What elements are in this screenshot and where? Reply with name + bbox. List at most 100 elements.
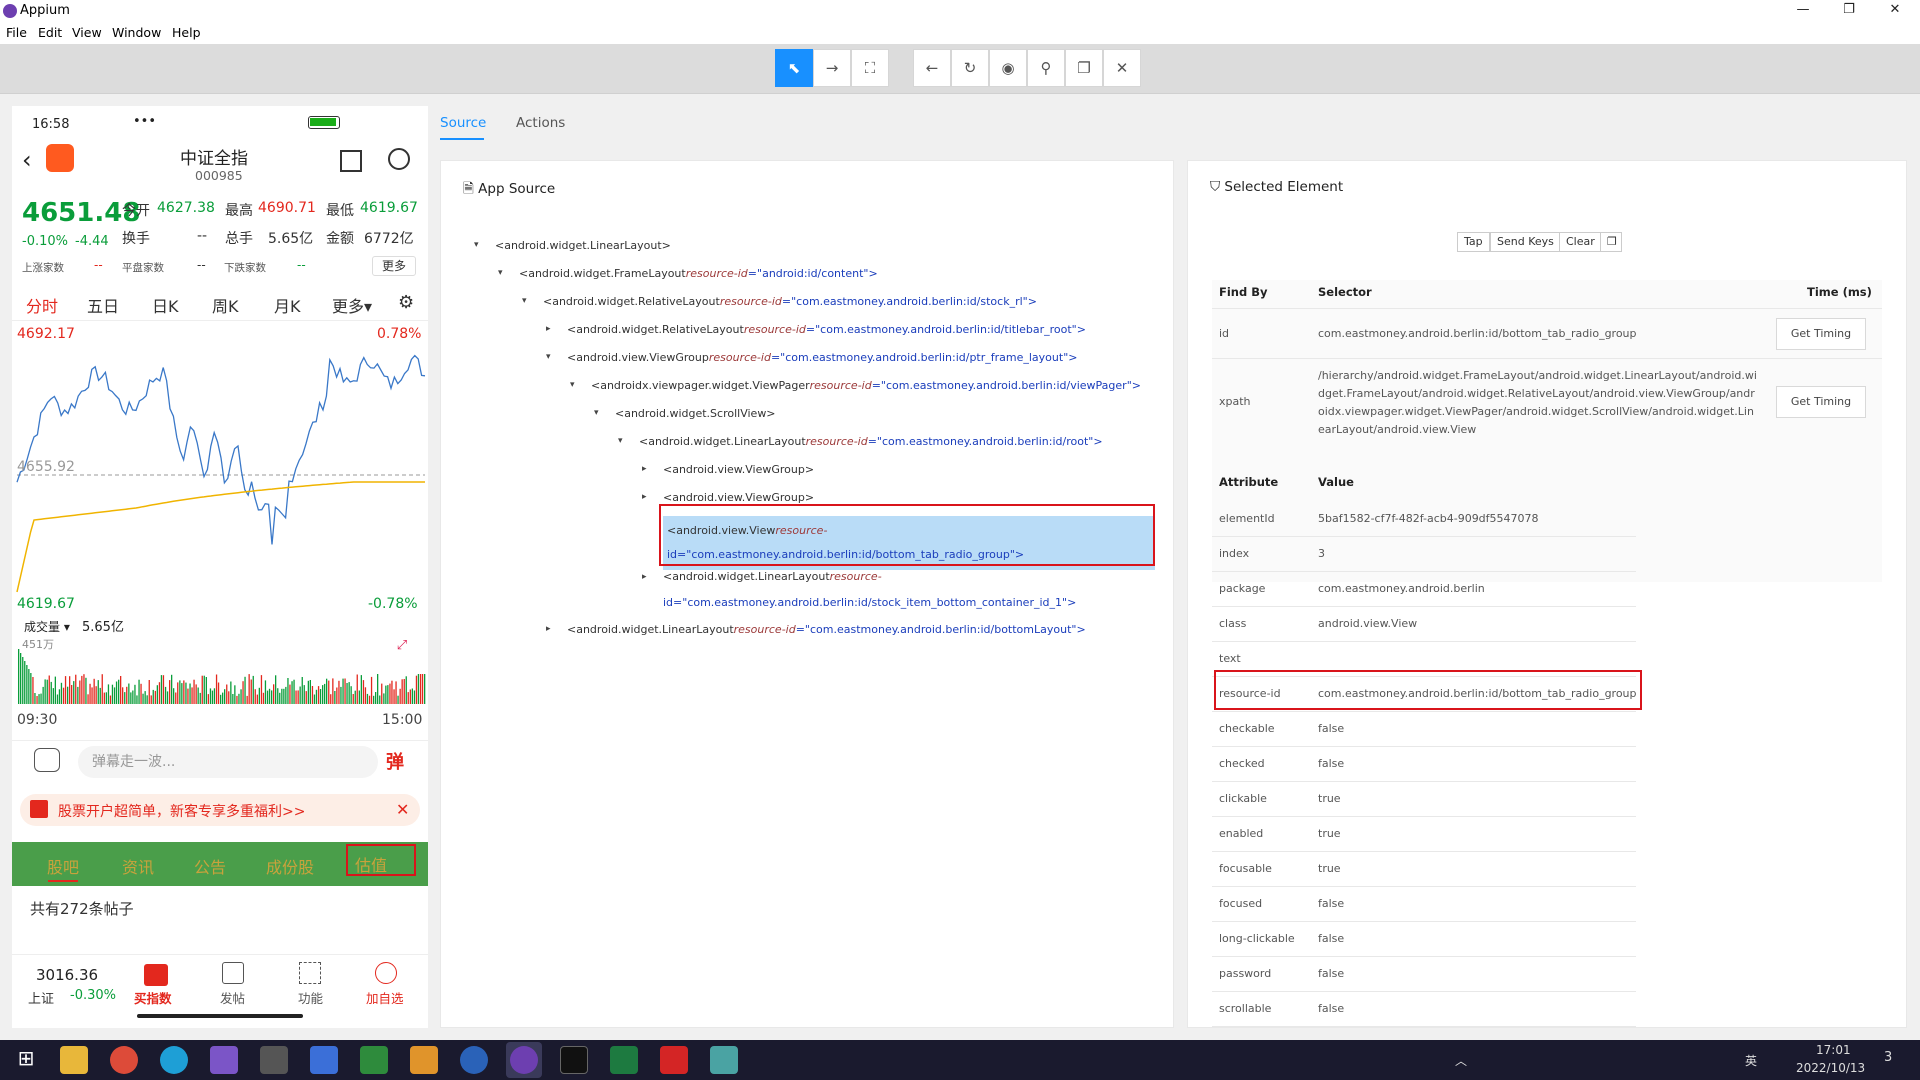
ime-indicator[interactable]: 英 [1745,1052,1757,1069]
tab-notice[interactable]: 公告 [194,854,226,878]
tab-actions[interactable]: Actions [516,115,565,131]
collapse-caret-icon[interactable]: ▾ [546,352,551,362]
search-icon[interactable] [388,148,410,170]
selector-id[interactable]: com.eastmoney.android.berlin:id/bottom_t… [1318,327,1637,340]
tab-valuation[interactable]: 估值 [355,852,387,876]
nav-post[interactable]: 发帖 [220,988,245,1007]
expand-icon[interactable]: ⤢ [392,638,412,658]
volume-selector[interactable]: 成交量 ▾ [24,618,70,635]
quit-session-button[interactable]: ✕ [1103,49,1141,87]
back-button[interactable]: ← [913,49,951,87]
notepad-icon[interactable] [360,1046,388,1074]
send-keys-button[interactable]: Send Keys [1490,232,1561,252]
nav-functions[interactable]: 功能 [298,988,323,1007]
period-tab-week[interactable]: 周K [212,293,239,317]
get-timing-button-id[interactable]: Get Timing [1776,318,1866,350]
tab-news[interactable]: 资讯 [122,854,154,878]
tap-area-button[interactable]: ⛶ [851,49,889,87]
expand-caret-icon[interactable]: ▸ [642,572,647,582]
menu-window[interactable]: Window [112,25,161,40]
clear-button[interactable]: Clear [1559,232,1602,252]
collapse-caret-icon[interactable]: ▾ [618,436,623,446]
copy-xml-button[interactable]: ❐ [1065,49,1103,87]
source-node[interactable]: <android.widget.RelativeLayoutresource-i… [543,294,1037,310]
expand-caret-icon[interactable]: ▸ [546,324,551,334]
collapse-caret-icon[interactable]: ▾ [474,240,479,250]
danmu-toggle-icon[interactable] [34,748,60,772]
expand-caret-icon[interactable]: ▸ [546,624,551,634]
clock-time[interactable]: 17:01 [1816,1043,1851,1057]
tab-source[interactable]: Source [440,115,486,131]
tab-constituents[interactable]: 成份股 [266,854,314,878]
period-tab-5day[interactable]: 五日 [87,293,119,317]
expand-caret-icon[interactable]: ▸ [642,464,647,474]
copy-attributes-icon[interactable]: ❐ [1600,232,1622,252]
selector-xpath[interactable]: /hierarchy/android.widget.FrameLayout/an… [1318,367,1760,439]
settings-gear-icon[interactable]: ⚙ [398,292,414,313]
period-tab-more[interactable]: 更多▾ [332,293,372,317]
promo-close-button[interactable]: ✕ [396,800,409,819]
promo-banner[interactable]: 股票开户超简单，新客专享多重福利>> ✕ [20,794,420,826]
start-icon[interactable]: ⊞ [12,1046,40,1074]
danmu-send-button[interactable]: 弹 [386,748,404,774]
notification-count[interactable]: 3 [1884,1050,1892,1065]
source-node[interactable]: <android.view.ViewGroup> [663,490,814,506]
source-node[interactable]: <android.widget.LinearLayoutresource-id=… [663,564,1083,616]
tray-chevron-icon[interactable]: ︿ [1455,1052,1467,1069]
nav-buy-index[interactable]: 买指数 [134,988,172,1007]
source-node[interactable]: <android.widget.LinearLayoutresource-id=… [639,434,1103,450]
file-explorer-icon[interactable] [60,1046,88,1074]
youdao-icon[interactable] [660,1046,688,1074]
get-timing-button-xpath[interactable]: Get Timing [1776,386,1866,418]
chrome-icon[interactable] [110,1046,138,1074]
tools-icon[interactable] [260,1046,288,1074]
swipe-button[interactable]: → [813,49,851,87]
terminal-icon[interactable] [560,1046,588,1074]
tab-guba[interactable]: 股吧 [47,854,79,878]
share-icon[interactable] [340,150,362,172]
collapse-caret-icon[interactable]: ▾ [498,268,503,278]
search-element-button[interactable]: ⚲ [1027,49,1065,87]
menu-edit[interactable]: Edit [38,25,62,40]
menu-view[interactable]: View [72,25,102,40]
menu-help[interactable]: Help [172,25,201,40]
expand-caret-icon[interactable]: ▸ [642,492,647,502]
appium-taskbar-icon[interactable] [510,1046,538,1074]
tap-button[interactable]: Tap [1457,232,1490,252]
refresh-button[interactable]: ↻ [951,49,989,87]
source-node[interactable]: <android.widget.LinearLayoutresource-id=… [567,622,1086,638]
source-node[interactable]: <android.view.ViewGroup> [663,462,814,478]
source-node[interactable]: <androidx.viewpager.widget.ViewPagerreso… [591,378,1141,394]
close-window-button[interactable]: ✕ [1872,0,1918,22]
writer-icon[interactable] [460,1046,488,1074]
index-value[interactable]: 3016.36 [36,966,98,984]
period-tab-day[interactable]: 日K [152,293,179,317]
clock-date[interactable]: 2022/10/13 [1796,1061,1865,1075]
back-arrow-icon[interactable]: ‹ [22,146,32,174]
menu-file[interactable]: File [6,25,27,40]
collapse-caret-icon[interactable]: ▾ [522,296,527,306]
period-tab-intraday[interactable]: 分时 [26,293,58,317]
period-tab-month[interactable]: 月K [274,293,301,317]
source-node[interactable]: <android.widget.RelativeLayoutresource-i… [567,322,1086,338]
source-node[interactable]: <android.widget.LinearLayout> [495,238,671,254]
excel-icon[interactable] [610,1046,638,1074]
minimize-button[interactable]: — [1780,0,1826,22]
collapse-caret-icon[interactable]: ▾ [594,408,599,418]
danmu-input[interactable]: 弹幕走一波... [78,746,378,778]
source-node[interactable]: <android.widget.FrameLayoutresource-id="… [519,266,878,282]
source-node[interactable]: <android.widget.ScrollView> [615,406,776,422]
source-node[interactable]: <android.view.ViewGroupresource-id="com.… [567,350,1077,366]
more-stats-button[interactable]: 更多 [372,256,416,276]
device-screenshot[interactable]: 16:58 ••• ‹ 中证全指 000985 4651.48 -0.10% -… [12,106,428,1028]
app-icon[interactable] [310,1046,338,1074]
git-icon[interactable] [410,1046,438,1074]
selected-source-node[interactable]: <android.view.Viewresource-id="com.eastm… [663,516,1155,570]
maximize-button[interactable]: ❐ [1826,0,1872,22]
toggle-visibility-button[interactable]: ◉ [989,49,1027,87]
edge-icon[interactable] [160,1046,188,1074]
select-elements-button[interactable]: ⬉ [775,49,813,87]
nav-add-watchlist[interactable]: 加自选 [366,988,404,1007]
android-studio-icon[interactable] [710,1046,738,1074]
collapse-caret-icon[interactable]: ▾ [570,380,575,390]
